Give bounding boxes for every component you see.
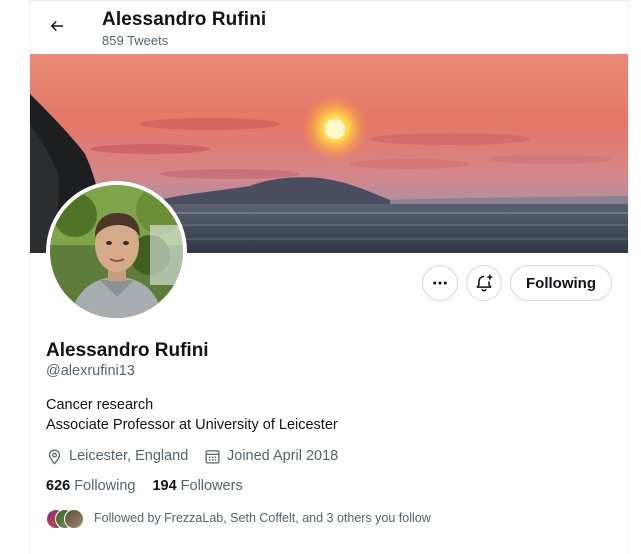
profile-bio: Cancer research Associate Professor at U…: [46, 395, 338, 435]
bio-line: Cancer research: [46, 397, 154, 413]
following-button[interactable]: Following: [510, 265, 612, 301]
tweet-count: 859 Tweets: [102, 33, 169, 48]
bell-plus-icon: [476, 274, 493, 292]
arrow-left-icon: [50, 20, 63, 32]
followers-link[interactable]: 194 Followers: [152, 478, 242, 494]
profile-name: Alessandro Rufini: [46, 340, 209, 361]
notifications-button[interactable]: [466, 265, 502, 301]
more-options-button[interactable]: [422, 265, 458, 301]
following-label: Following: [74, 478, 136, 494]
followers-label: Followers: [180, 478, 243, 494]
follower-avatar: [64, 509, 84, 529]
profile-handle: @alexrufini13: [46, 363, 135, 379]
frame-right-border: [628, 0, 629, 554]
header-title: Alessandro Rufini: [102, 9, 267, 30]
joined-text: Joined April 2018: [227, 448, 339, 464]
location-text: Leicester, England: [69, 448, 189, 464]
profile-joined-date: Joined April 2018: [204, 446, 338, 466]
followers-count: 194: [152, 478, 177, 494]
bio-line: Associate Professor at University of Lei…: [46, 417, 338, 433]
avatar-photo: [50, 185, 183, 318]
back-button[interactable]: [40, 9, 74, 43]
following-count: 626: [46, 478, 71, 494]
profile-header-bar: Alessandro Rufini 859 Tweets: [30, 1, 628, 54]
location-pin-icon: [46, 447, 64, 465]
followed-by-text: Followed by FrezzaLab, Seth Coffelt, and…: [94, 511, 431, 525]
follow-stats: 626 Following 194 Followers: [46, 478, 260, 494]
profile-avatar[interactable]: [46, 181, 187, 322]
more-dots-icon: [433, 281, 447, 285]
following-link[interactable]: 626 Following: [46, 478, 135, 494]
calendar-icon: [204, 447, 222, 465]
profile-location: Leicester, England: [46, 446, 188, 466]
